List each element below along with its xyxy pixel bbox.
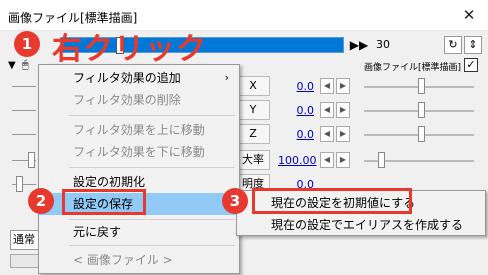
chevron-right-icon: › (224, 71, 229, 84)
mouse-icon: 🖱 (22, 58, 29, 71)
scroll-icon[interactable]: ⇕ (464, 36, 482, 54)
decrement-button[interactable]: ◀ (320, 78, 334, 94)
param-value-x[interactable]: 0.0 (278, 80, 315, 93)
menu-item-object-type: < 画像ファイル > (73, 253, 173, 267)
slider-thumb[interactable] (16, 176, 23, 192)
slider-thumb[interactable] (418, 102, 425, 118)
slider-thumb[interactable] (378, 152, 385, 168)
collapse-triangle-icon[interactable]: ▼ (8, 60, 16, 71)
decrement-button[interactable]: ◀ (320, 152, 334, 168)
object-settings-window: 画像ファイル[標準描画] ✕ ▶▶ 30 ↻ ⇕ ▼ 🖱 画像ファイル[標準描画… (0, 0, 488, 275)
menu-separator (69, 219, 235, 220)
left-slider[interactable] (12, 134, 36, 135)
menu-separator (69, 245, 235, 246)
menu-item-delete-filter[interactable]: フィルタ効果の削除 (39, 89, 239, 111)
step-badge-3: 3 (222, 188, 248, 214)
slider-thumb[interactable] (418, 126, 425, 142)
param-value-scale[interactable]: 100.00 (278, 154, 317, 167)
param-name-z[interactable]: Z (236, 124, 270, 144)
highlight-box-set-default (252, 188, 412, 214)
left-slider[interactable] (12, 86, 36, 87)
right-click-annotation: 右クリック (52, 32, 207, 67)
submenu-item-create-alias[interactable]: 現在の設定でエイリアスを作成する (237, 214, 485, 236)
slider-thumb[interactable] (28, 152, 35, 168)
param-name-scale[interactable]: 大率 (236, 150, 270, 170)
decrement-button[interactable]: ◀ (320, 102, 334, 118)
object-type-label: 画像ファイル[標準描画] (364, 63, 462, 73)
context-menu: フィルタ効果の追加 › フィルタ効果の削除 フィルタ効果を上に移動 フィルタ効果… (38, 64, 240, 274)
menu-separator (69, 115, 235, 116)
left-slider[interactable] (12, 110, 36, 111)
menu-item-add-filter[interactable]: フィルタ効果の追加 › (39, 67, 239, 89)
param-value-y[interactable]: 0.0 (278, 104, 315, 117)
increment-button[interactable]: ▶ (336, 126, 350, 142)
skip-forward-icon[interactable]: ▶▶ (348, 36, 370, 54)
decrement-button[interactable]: ◀ (320, 126, 334, 142)
object-enabled-checkbox[interactable]: ✓ (464, 58, 478, 72)
highlight-box-save (62, 189, 146, 215)
increment-button[interactable]: ▶ (336, 152, 350, 168)
menu-item-undo[interactable]: 元に戻す (39, 221, 239, 243)
increment-button[interactable]: ▶ (336, 102, 350, 118)
step-badge-2: 2 (28, 188, 54, 214)
close-icon[interactable]: ✕ (456, 4, 482, 26)
param-name-y[interactable]: Y (236, 100, 270, 120)
step-badge-1: 1 (14, 31, 40, 57)
menu-item-move-up[interactable]: フィルタ効果を上に移動 (39, 119, 239, 141)
slider-thumb[interactable] (418, 78, 425, 94)
increment-button[interactable]: ▶ (336, 78, 350, 94)
param-name-x[interactable]: X (236, 76, 270, 96)
refresh-icon[interactable]: ↻ (444, 36, 462, 54)
frame-number: 30 (376, 38, 390, 51)
menu-item-move-down[interactable]: フィルタ効果を下に移動 (39, 141, 239, 163)
menu-item-label: フィルタ効果の追加 (73, 71, 181, 85)
param-value-z[interactable]: 0.0 (278, 128, 315, 141)
menu-separator (69, 167, 235, 168)
